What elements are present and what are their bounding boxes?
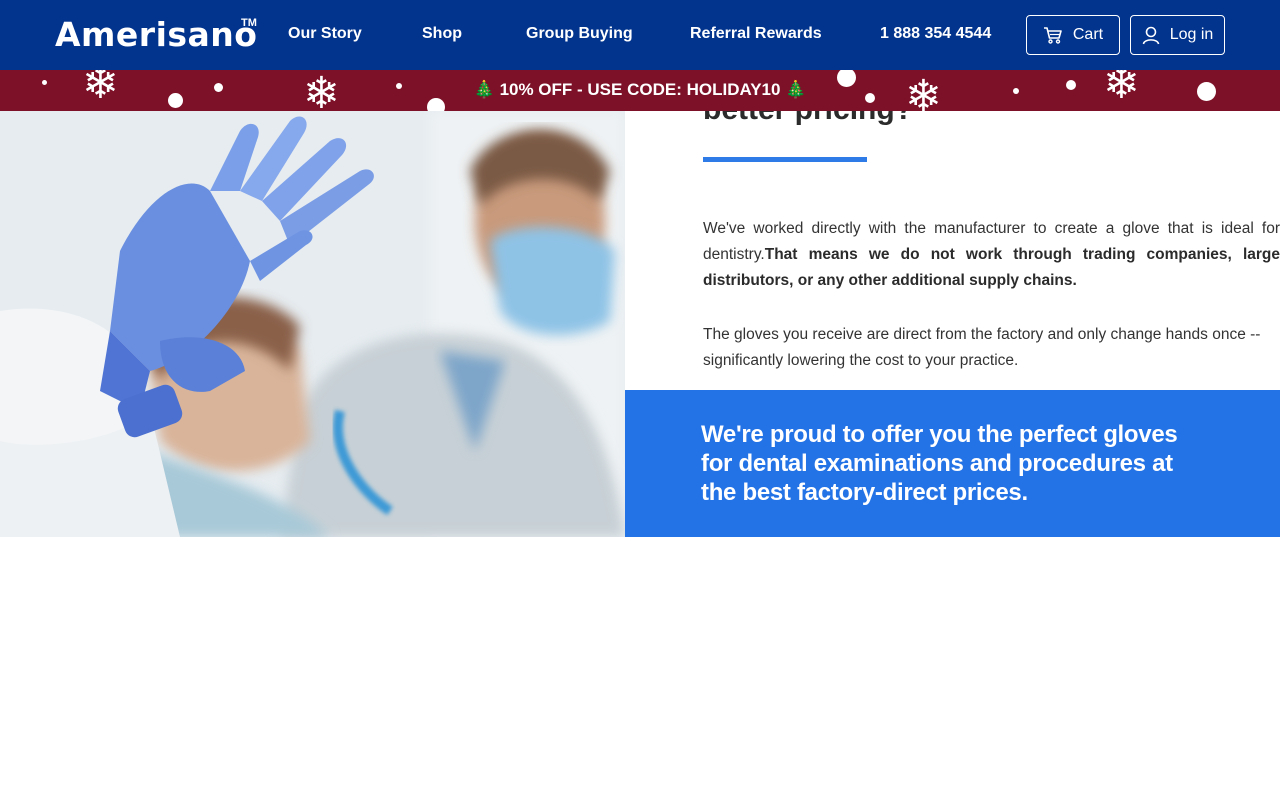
section-heading: better pricing?: [703, 111, 913, 130]
callout-text: We're proud to offer you the perfect glo…: [701, 421, 1178, 506]
nav-shop[interactable]: Shop: [422, 24, 462, 44]
nav-referral-rewards[interactable]: Referral Rewards: [690, 24, 822, 44]
promo-code-text: 10% OFF - USE CODE: HOLIDAY10: [499, 80, 781, 99]
login-button[interactable]: Log in: [1130, 15, 1225, 55]
supply-chain-text: That means we do not work through tradin…: [703, 246, 1280, 289]
nav-phone-number[interactable]: 1 888 354 4544: [880, 24, 991, 44]
christmas-tree-icon: 🎄: [785, 80, 807, 99]
site-header: Amerisano TM Our Story Shop Group Buying…: [0, 0, 1280, 70]
christmas-tree-icon: 🎄: [473, 80, 495, 99]
callout-box: We're proud to offer you the perfect glo…: [625, 390, 1280, 537]
cart-icon: [1043, 26, 1063, 44]
heading-underline: [703, 157, 867, 162]
factory-direct-paragraph: The gloves you receive are direct from t…: [703, 326, 1261, 369]
promo-banner: ❄ ❄ ❄ ❄ 🎄 10% OFF - USE CODE: HOLIDAY10 …: [0, 70, 1280, 111]
login-label: Log in: [1169, 26, 1214, 43]
nav-group-buying[interactable]: Group Buying: [526, 24, 633, 44]
cart-button[interactable]: Cart: [1026, 15, 1120, 55]
cart-label: Cart: [1072, 26, 1104, 43]
logo-trademark: TM: [241, 17, 257, 29]
nav-our-story[interactable]: Our Story: [288, 24, 362, 44]
site-logo[interactable]: Amerisano: [55, 14, 257, 56]
user-icon: [1142, 26, 1160, 45]
dental-gloves-photo: [0, 111, 625, 537]
promo-message: 🎄 10% OFF - USE CODE: HOLIDAY10 🎄: [0, 79, 1280, 101]
manufacturer-paragraph: We've worked directly with the manufactu…: [703, 216, 1280, 294]
